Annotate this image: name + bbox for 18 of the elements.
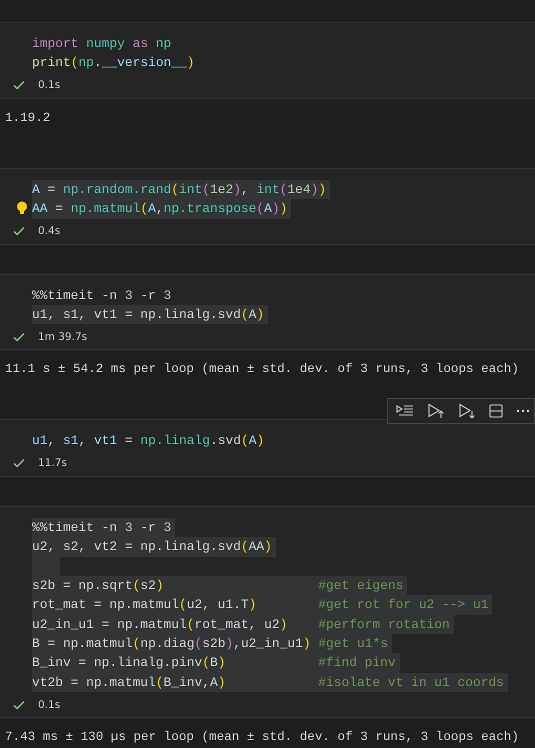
execution-time: 0.4s — [38, 225, 60, 238]
execution-time: 11.7s — [38, 457, 67, 470]
split-cell-icon[interactable] — [489, 404, 503, 418]
run-below-icon[interactable] — [458, 403, 476, 420]
code-line: print(np.__version__) — [32, 54, 196, 72]
run-above-icon[interactable] — [427, 403, 445, 420]
code-line: import numpy as np — [32, 35, 172, 53]
run-by-line-icon[interactable] — [396, 404, 414, 418]
lightbulb-icon[interactable] — [16, 201, 28, 216]
cell-output: 11.1 s ± 54.2 ms per loop (mean ± std. dev. of 3 runs, 3 loops each) — [5, 362, 519, 376]
more-icon[interactable] — [516, 409, 530, 414]
cell-output: 7.43 ms ± 130 µs per loop (mean ± std. dev. of 3 runs, 3 loops each) — [5, 730, 519, 744]
execution-time: 0.1s — [38, 698, 60, 711]
cell-output: 1.19.2 — [5, 110, 50, 125]
execution-time: 1m 39.7s — [38, 330, 88, 343]
code-line: u1, s1, vt1 = np.linalg.svd(A) — [32, 432, 266, 450]
code-line: %%timeit -n 3 -r 3 — [32, 286, 172, 305]
execution-time: 0.1s — [38, 79, 60, 92]
